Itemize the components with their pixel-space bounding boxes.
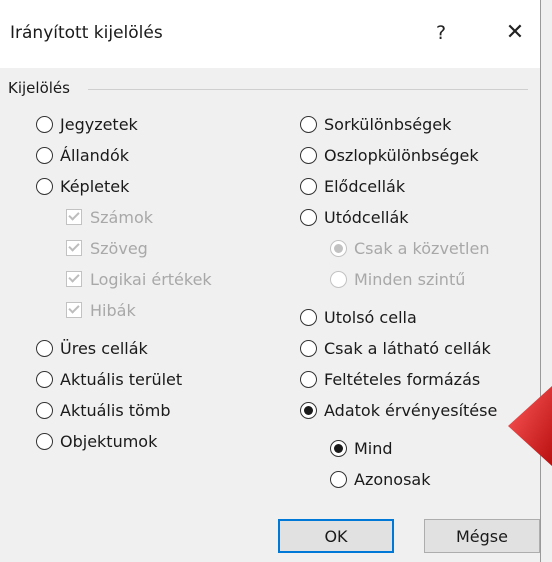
option-label: Sorkülönbségek	[324, 114, 452, 134]
go-to-special-dialog: Irányított kijelölés ? ✕ Kijelölés Jegyz…	[0, 0, 541, 562]
option-jegyzetek[interactable]: Jegyzetek	[36, 112, 138, 136]
option-azonosak[interactable]: Azonosak	[330, 467, 430, 491]
option-csak-a-lathato-cellak[interactable]: Csak a látható cellák	[300, 336, 491, 360]
option-label: Mind	[354, 438, 393, 458]
radio-icon[interactable]	[330, 470, 347, 488]
option-oszlopkulonbsegek[interactable]: Oszlopkülönbségek	[300, 143, 479, 167]
option-adatok-ervenyesitese[interactable]: Adatok érvényesítése	[300, 398, 497, 422]
option-label: Utolsó cella	[324, 307, 417, 327]
option-label: Objektumok	[60, 431, 158, 451]
option-ures-cellak[interactable]: Üres cellák	[36, 336, 148, 360]
option-objektumok[interactable]: Objektumok	[36, 429, 157, 453]
radio-icon[interactable]	[300, 115, 317, 133]
option-label: Jegyzetek	[60, 114, 138, 134]
help-icon[interactable]: ?	[424, 18, 458, 48]
close-icon[interactable]: ✕	[498, 18, 532, 48]
option-minden-szintu[interactable]: Minden szintű	[330, 267, 465, 291]
checkbox-hibak[interactable]: Hibák	[66, 298, 136, 322]
group-label: Kijelölés	[8, 79, 70, 97]
radio-icon[interactable]	[300, 146, 317, 164]
checkbox-szamok[interactable]: Számok	[66, 205, 153, 229]
radio-icon[interactable]	[330, 239, 347, 257]
radio-icon[interactable]	[300, 339, 317, 357]
option-label: Üres cellák	[60, 338, 148, 358]
radio-icon[interactable]	[36, 177, 53, 195]
red-arrow-icon	[508, 386, 552, 466]
radio-icon[interactable]	[300, 370, 317, 388]
option-aktualis-terulet[interactable]: Aktuális terület	[36, 367, 182, 391]
option-felteteles-formazas[interactable]: Feltételes formázás	[300, 367, 480, 391]
cancel-button[interactable]: Mégse	[424, 519, 540, 553]
option-label: Elődcellák	[324, 176, 406, 196]
checkbox-logikai-ertekek[interactable]: Logikai értékek	[66, 267, 212, 291]
radio-icon[interactable]	[36, 370, 53, 388]
option-elodcellak[interactable]: Elődcellák	[300, 174, 405, 198]
option-label: Minden szintű	[354, 269, 466, 289]
option-label: Adatok érvényesítése	[324, 400, 498, 420]
title-bar: Irányított kijelölés ? ✕	[0, 0, 540, 68]
radio-icon[interactable]	[300, 308, 317, 326]
checkbox-szoveg[interactable]: Szöveg	[66, 236, 148, 260]
option-utolso-cella[interactable]: Utolsó cella	[300, 305, 417, 329]
option-label: Csak a közvetlen	[354, 238, 490, 258]
radio-icon[interactable]	[300, 401, 317, 419]
radio-icon[interactable]	[36, 146, 53, 164]
option-label: Képletek	[60, 176, 130, 196]
option-label: Oszlopkülönbségek	[324, 145, 479, 165]
radio-icon[interactable]	[36, 115, 53, 133]
option-label: Azonosak	[354, 469, 431, 489]
option-allandok[interactable]: Állandók	[36, 143, 129, 167]
radio-icon[interactable]	[36, 432, 53, 450]
checkbox-icon[interactable]	[66, 271, 82, 287]
radio-icon[interactable]	[300, 177, 317, 195]
option-csak-a-kozvetlen[interactable]: Csak a közvetlen	[330, 236, 489, 260]
option-label: Állandók	[60, 145, 129, 165]
checkbox-label: Szöveg	[90, 238, 148, 258]
checkbox-icon[interactable]	[66, 302, 82, 318]
option-aktualis-tomb[interactable]: Aktuális tömb	[36, 398, 171, 422]
option-mind[interactable]: Mind	[330, 436, 393, 460]
radio-icon[interactable]	[36, 401, 53, 419]
option-label: Aktuális terület	[60, 369, 183, 389]
checkbox-icon[interactable]	[66, 209, 82, 225]
option-sorkulonbsegek[interactable]: Sorkülönbségek	[300, 112, 451, 136]
option-label: Feltételes formázás	[324, 369, 481, 389]
group-divider	[88, 89, 528, 90]
checkbox-label: Számok	[90, 207, 153, 227]
radio-icon[interactable]	[330, 270, 347, 288]
radio-icon[interactable]	[300, 208, 317, 226]
dialog-title: Irányított kijelölés	[10, 23, 163, 43]
option-kepletek[interactable]: Képletek	[36, 174, 129, 198]
checkbox-label: Logikai értékek	[90, 269, 212, 289]
radio-icon[interactable]	[36, 339, 53, 357]
checkbox-label: Hibák	[90, 300, 136, 320]
radio-icon[interactable]	[330, 439, 347, 457]
option-utodcellak[interactable]: Utódcellák	[300, 205, 409, 229]
option-label: Csak a látható cellák	[324, 338, 491, 358]
option-label: Utódcellák	[324, 207, 409, 227]
option-label: Aktuális tömb	[60, 400, 171, 420]
ok-button[interactable]: OK	[278, 519, 394, 553]
checkbox-icon[interactable]	[66, 240, 82, 256]
